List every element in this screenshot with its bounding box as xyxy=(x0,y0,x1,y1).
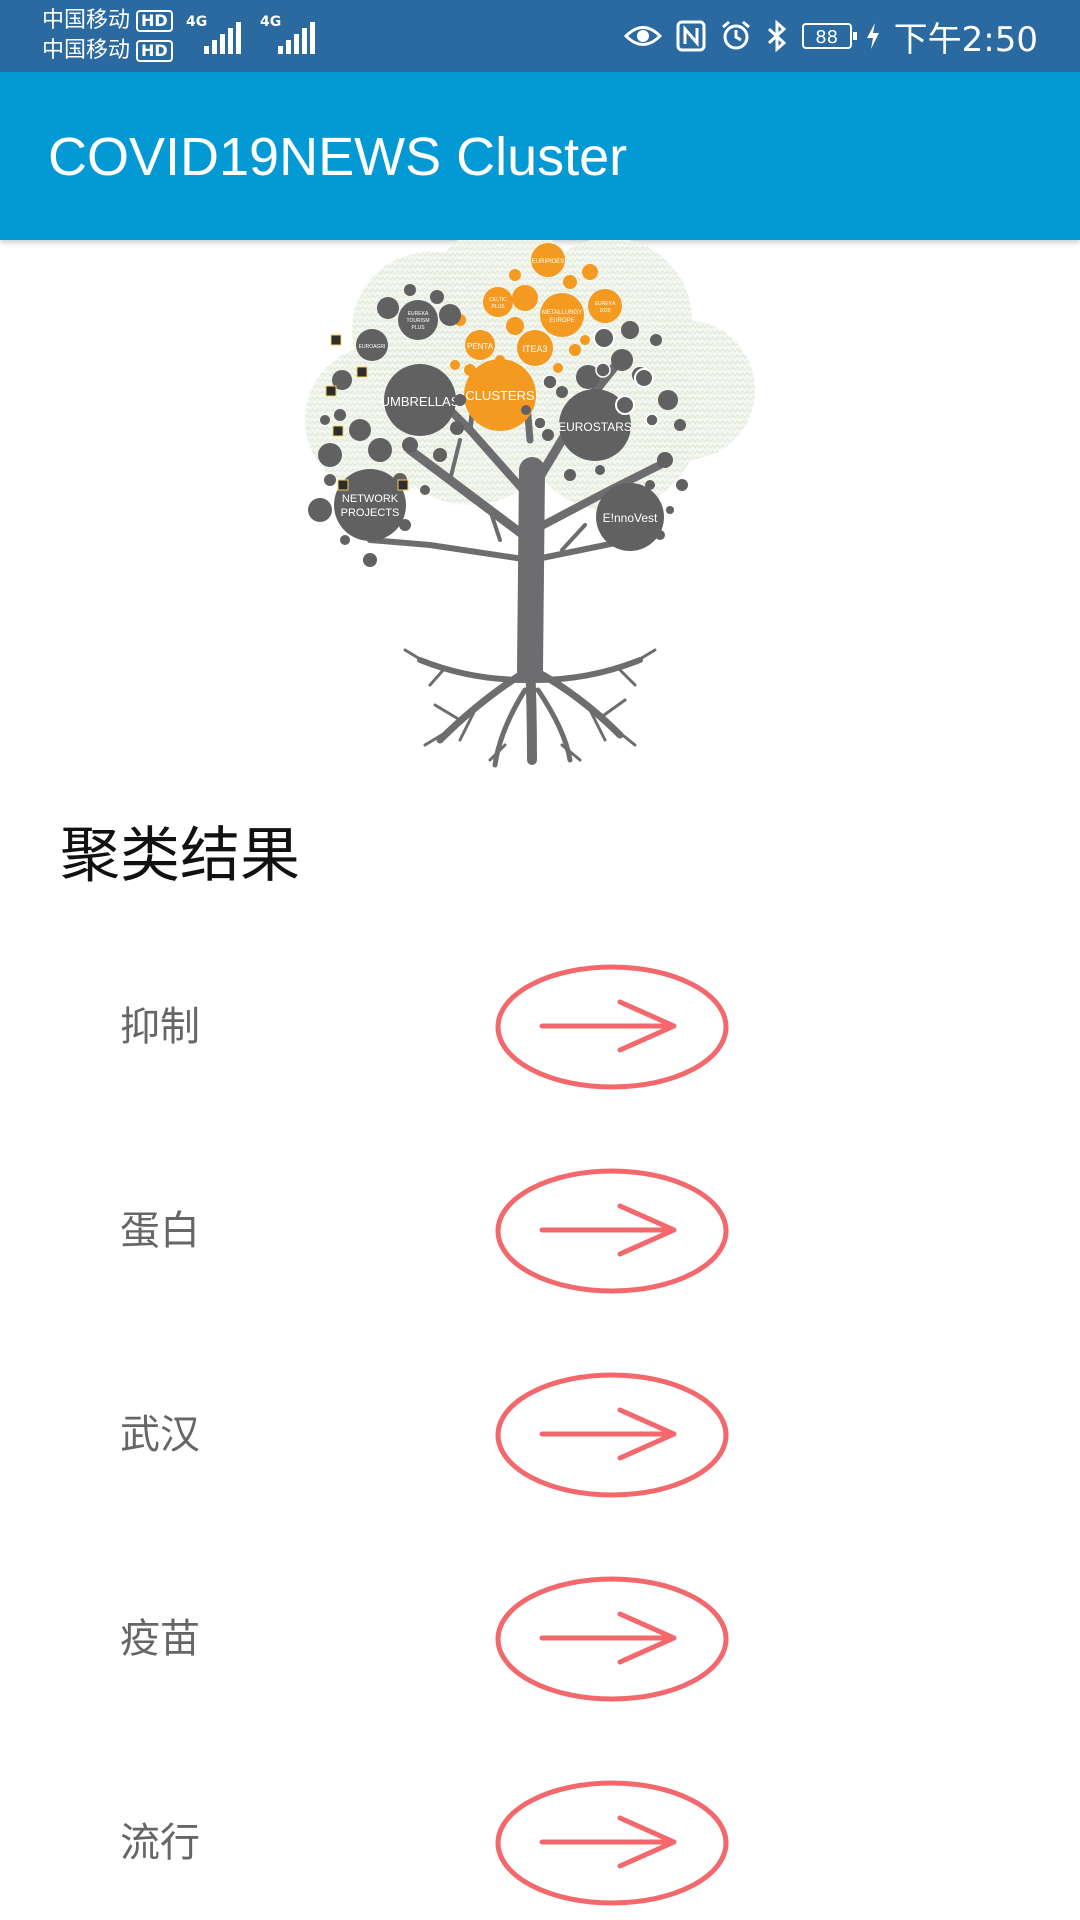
clock: 下午2:50 xyxy=(893,19,1038,60)
status-icons: 88 下午2:50 xyxy=(623,14,1038,60)
bubble-label-metallurgy-1: METALLURGY xyxy=(542,310,582,316)
carrier-2-name: 中国移动 xyxy=(42,38,131,63)
cluster-tree-illustration: UMBRELLAS EUROSTARS NETWORK PROJECTS E!n… xyxy=(305,240,755,768)
signal-strength-icon: 4G xyxy=(260,14,316,54)
open-cluster-button[interactable] xyxy=(492,1370,732,1500)
bubble-label-eureka2020-1: EUREKA xyxy=(595,301,616,307)
bluetooth-icon xyxy=(767,20,786,52)
arrow-right-circle-icon xyxy=(495,1372,729,1498)
cluster-row: 疫苗 xyxy=(0,1574,1080,1704)
arrow-right-circle-icon xyxy=(495,1168,729,1294)
bubble-label-itea3: ITEA3 xyxy=(522,344,547,354)
bubble-label-eurostars: EUROSTARS xyxy=(558,420,632,434)
bubble-label-celtic-2: PLUS xyxy=(491,304,505,310)
cluster-label: 蛋白 xyxy=(120,1208,200,1254)
signal-indicators: 4G 4G xyxy=(186,14,316,54)
bubble-label-celtic: CELTIC xyxy=(489,297,507,303)
arrow-right-circle-icon xyxy=(495,1576,729,1702)
tree-roots xyxy=(403,648,657,768)
app-bar: COVID19NEWS Cluster xyxy=(0,72,1080,240)
bubble-label-eureka2020-2: 2020 xyxy=(599,308,610,314)
hd-badge: HD xyxy=(136,40,173,62)
bubble-label-clusters: CLUSTERS xyxy=(465,388,535,403)
hd-badge: HD xyxy=(136,10,173,32)
carrier-1: 中国移动 HD xyxy=(42,6,173,36)
cluster-label: 流行 xyxy=(120,1820,200,1866)
cluster-row: 武汉 xyxy=(0,1370,1080,1500)
bubble-label-eureka-2: TOURISM xyxy=(407,318,430,324)
arrow-right-circle-icon xyxy=(495,964,729,1090)
section-title-cluster-results: 聚类结果 xyxy=(60,821,300,891)
alarm-icon xyxy=(721,20,750,50)
cluster-row: 流行 xyxy=(0,1778,1080,1908)
cluster-label: 抑制 xyxy=(120,1004,200,1050)
bubble-label-network-2: PROJECTS xyxy=(341,507,400,519)
carrier-2: 中国移动 HD xyxy=(42,36,173,66)
cluster-row: 抑制 xyxy=(0,962,1080,1092)
eye-icon xyxy=(623,26,662,46)
carrier-1-name: 中国移动 xyxy=(42,8,131,33)
open-cluster-button[interactable] xyxy=(492,1778,732,1908)
bubble-label-innovest: E!nnoVest xyxy=(603,511,658,525)
bubble-label-metallurgy-2: EUROPE xyxy=(549,318,574,324)
arrow-right-circle-icon xyxy=(495,1780,729,1906)
app-title: COVID19NEWS Cluster xyxy=(48,127,628,187)
bubble-label-penta: PENTA xyxy=(467,342,494,351)
cluster-label: 疫苗 xyxy=(120,1616,200,1662)
bubble-label-euripides: EURIPIDES xyxy=(532,259,564,265)
battery-level: 88 xyxy=(815,27,839,48)
status-bar: 中国移动 HD 中国移动 HD 4G 4G 88 下午2:50 xyxy=(0,0,1080,72)
carrier-info: 中国移动 HD 中国移动 HD xyxy=(42,6,173,66)
bubble-label-eureka-3: PLUS xyxy=(411,325,425,331)
bubble-label-umbrellas: UMBRELLAS xyxy=(381,394,460,409)
battery-icon: 88 xyxy=(801,23,857,49)
cluster-label: 武汉 xyxy=(120,1412,200,1458)
open-cluster-button[interactable] xyxy=(492,1166,732,1296)
bubble-label-network-1: NETWORK xyxy=(342,493,399,505)
bubble-label-eureka-1: EUREKA xyxy=(408,311,429,317)
charging-icon xyxy=(866,23,879,49)
nfc-icon xyxy=(676,20,706,52)
cluster-row: 蛋白 xyxy=(0,1166,1080,1296)
bubble-label-euroagri: EUROAGRI xyxy=(359,344,386,350)
signal-strength-icon: 4G xyxy=(186,14,242,54)
open-cluster-button[interactable] xyxy=(492,1574,732,1704)
open-cluster-button[interactable] xyxy=(492,962,732,1092)
